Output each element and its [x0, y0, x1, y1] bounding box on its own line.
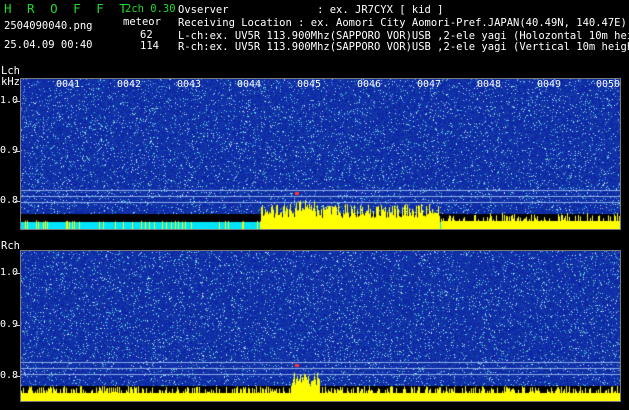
- meteor-label: meteor: [123, 16, 161, 28]
- meteor-count-rch: 114: [140, 40, 159, 52]
- y-tick-mark: [15, 101, 20, 102]
- capture-datetime: 25.04.09 00:40: [4, 39, 93, 51]
- lch-spectrogram: [20, 78, 621, 230]
- y-tick-mark: [15, 151, 20, 152]
- x-tick-label: 0047: [417, 79, 442, 90]
- x-tick-label: 0045: [297, 79, 322, 90]
- x-tick-label: 0050: [596, 79, 621, 90]
- x-tick-label: 0043: [177, 79, 202, 90]
- y-tick-mark: [15, 376, 20, 377]
- rch-label: Rch: [1, 240, 20, 252]
- rch-spectrogram: [20, 250, 621, 402]
- x-tick-label: 0042: [117, 79, 142, 90]
- x-tick-label: 0044: [237, 79, 262, 90]
- x-tick-label: 0048: [477, 79, 502, 90]
- location-line: Receiving Location : ex. Aomori City Aom…: [178, 17, 627, 29]
- app-name: H R O F F T: [4, 1, 131, 16]
- observer-line: Ovserver : ex. JR7CYX [ kid ]: [178, 4, 444, 16]
- y-tick-mark: [15, 201, 20, 202]
- x-tick-label: 0041: [56, 79, 81, 90]
- mode-label: 2ch 0.30: [125, 3, 176, 15]
- y-tick-mark: [15, 325, 20, 326]
- unit-label: kHz: [1, 76, 20, 88]
- x-tick-label: 0046: [357, 79, 382, 90]
- rch-spectrogram-canvas: [20, 250, 621, 402]
- file-name: 2504090040.png: [4, 20, 93, 32]
- lch-spectrogram-canvas: [20, 78, 621, 230]
- rch-info-line: R-ch:ex. UV5R 113.900Mhz(SAPPORO VOR)USB…: [178, 41, 629, 53]
- y-tick-mark: [15, 273, 20, 274]
- x-tick-label: 0049: [537, 79, 562, 90]
